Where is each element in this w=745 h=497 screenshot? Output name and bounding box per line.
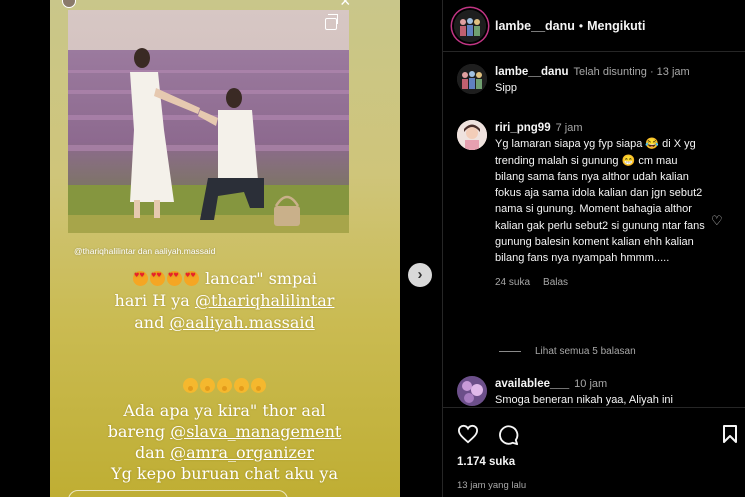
photo-tags: @thariqhalilintar dan aaliyah.massaid xyxy=(74,246,216,256)
heart-eyes-emoji-icon xyxy=(167,271,183,286)
shushing-emoji-icon xyxy=(234,378,249,393)
avatar[interactable] xyxy=(457,64,487,94)
post-header: lambe__danu • Mengikuti xyxy=(443,0,745,52)
comment-text: Yg lamaran siapa yg fyp siapa 😂 di X yg … xyxy=(495,138,705,265)
heart-icon[interactable]: ♡ xyxy=(711,213,723,229)
separator: • xyxy=(578,18,584,33)
shushing-emoji-icon xyxy=(251,378,266,393)
caption-line: bareng @slava_management xyxy=(52,421,397,442)
shushing-emoji-icon xyxy=(183,378,198,393)
comment-likes[interactable]: 24 suka xyxy=(495,277,530,288)
caption-line: Yg kepo buruan chat aku ya xyxy=(52,463,397,484)
comment-text: Sipp xyxy=(495,82,518,95)
comment-meta: 10 jam xyxy=(574,378,608,390)
post-timestamp: 13 jam yang lalu xyxy=(457,480,527,491)
view-replies-button[interactable]: Lihat semua 5 balasan xyxy=(499,346,636,357)
mention-link[interactable]: @aaliyah.massaid xyxy=(169,313,314,332)
avatar[interactable] xyxy=(457,120,487,150)
comment-username[interactable]: lambe__danu xyxy=(495,66,569,78)
heart-eyes-emoji-icon xyxy=(184,271,200,286)
bookmark-icon[interactable] xyxy=(722,424,738,449)
heart-eyes-emoji-icon xyxy=(150,271,166,286)
post-media: × @thariqhalilintar dan aaliyah.massaid … xyxy=(0,0,442,497)
comment-body: riri_png99 7 jam Yg lamaran siapa yg fyp … xyxy=(495,120,720,291)
likes-count[interactable]: 1.174 suka xyxy=(457,456,515,468)
header-username[interactable]: lambe__danu xyxy=(495,19,575,33)
next-slide-button[interactable]: › xyxy=(408,263,432,287)
emoji-row xyxy=(52,375,397,396)
multiple-photos-icon xyxy=(325,14,338,30)
mention-link[interactable]: @thariqhalilintar xyxy=(195,291,335,310)
couple-photo xyxy=(68,10,349,233)
shushing-emoji-icon xyxy=(200,378,215,393)
comment-meta: Telah disunting · 13 jam xyxy=(573,66,690,78)
shushing-emoji-icon xyxy=(217,378,232,393)
caption-text: and xyxy=(134,313,170,332)
mention-link[interactable]: @amra_organizer xyxy=(170,443,314,462)
comments-panel: lambe__danu • Mengikuti lambe__danu Telah… xyxy=(442,0,745,497)
avatar[interactable] xyxy=(454,9,486,42)
caption-line: hari H ya @thariqhalilintar xyxy=(52,290,397,312)
comment-username[interactable]: availablee___ xyxy=(495,378,569,390)
caption-text: bareng xyxy=(107,422,171,441)
caption-text: dan xyxy=(134,443,171,462)
close-icon[interactable]: × xyxy=(340,0,351,10)
comment-username[interactable]: riri_png99 xyxy=(495,122,551,134)
caption-line: and @aaliyah.massaid xyxy=(52,312,397,334)
avatar[interactable] xyxy=(457,376,487,406)
comment-actions: 24 suka Balas xyxy=(495,275,720,291)
comment-body: availablee___ 10 jam Smoga beneran nikah … xyxy=(495,376,720,409)
caption-line: dan @amra_organizer xyxy=(52,442,397,463)
comment-body: lambe__danu Telah disunting · 13 jam Sipp xyxy=(495,64,735,97)
comment: lambe__danu Telah disunting · 13 jam Sipp xyxy=(457,64,742,97)
comment-icon[interactable] xyxy=(497,424,519,451)
following-button[interactable]: Mengikuti xyxy=(587,19,645,33)
caption-text: hari H ya xyxy=(114,291,195,310)
story-caption-1: lancar" smpai hari H ya @thariqhalilinta… xyxy=(52,268,397,334)
comment-meta: 7 jam xyxy=(555,122,583,134)
heart-icon[interactable] xyxy=(457,424,479,449)
caption-line: lancar" smpai xyxy=(52,268,397,290)
comment: riri_png99 7 jam Yg lamaran siapa yg fyp … xyxy=(457,120,742,291)
caption-text: Ada apa ya kira" thor aal xyxy=(123,401,326,420)
reply-button[interactable]: Balas xyxy=(543,277,568,288)
heart-eyes-emoji-icon xyxy=(133,271,149,286)
mention-link[interactable]: @slava_management xyxy=(170,422,341,441)
comment: availablee___ 10 jam Smoga beneran nikah … xyxy=(457,376,742,409)
caption-line: Ada apa ya kira" thor aal xyxy=(52,400,397,421)
view-replies-label: Lihat semua 5 balasan xyxy=(535,346,636,357)
instagram-post-view: × @thariqhalilintar dan aaliyah.massaid … xyxy=(0,0,745,497)
caption-text: Yg kepo buruan chat aku ya xyxy=(111,464,338,483)
story-reply-field[interactable] xyxy=(68,490,288,497)
story-caption-2: Ada apa ya kira" thor aal bareng @slava_… xyxy=(52,375,397,484)
divider xyxy=(499,351,521,352)
caption-text: lancar" smpai xyxy=(205,269,317,288)
post-actions: 1.174 suka 13 jam yang lalu xyxy=(443,407,745,497)
